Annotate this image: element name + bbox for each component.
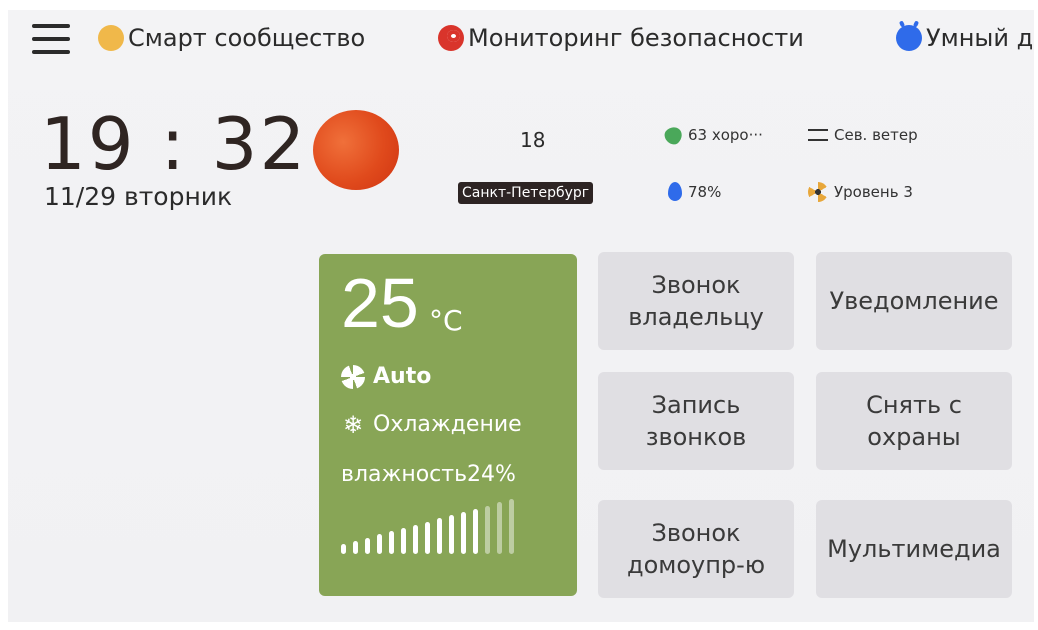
wind-level: Уровень 3: [808, 182, 913, 202]
tile-label: Звонок домоупр-ю: [626, 518, 766, 579]
climate-control-card[interactable]: 25 °C Auto ❄ Охлаждение влажность24%: [319, 254, 577, 596]
nav-label: Смарт сообщество: [128, 24, 366, 52]
menu-icon-line: [32, 24, 70, 28]
level-bar: [341, 544, 346, 554]
level-bar: [485, 505, 490, 554]
eye-icon: [438, 25, 464, 51]
clock-date: 11/29 вторник: [44, 182, 233, 211]
nav-security-monitoring[interactable]: Мониторинг безопасности: [438, 24, 804, 52]
humidity-value: 78%: [688, 182, 722, 201]
leaf-icon: [661, 122, 686, 148]
level-bar: [377, 534, 382, 554]
city-badge: Санкт-Петербург: [458, 182, 594, 204]
level-bar: [497, 502, 502, 554]
call-concierge-button[interactable]: Звонок домоупр-ю: [598, 500, 794, 598]
fan-icon: [341, 364, 365, 389]
tile-label: Запись звонков: [645, 390, 747, 451]
climate-temperature: 25: [341, 264, 419, 342]
fan-mode-label: Auto: [373, 364, 432, 389]
wind-level-value: Уровень 3: [834, 183, 913, 201]
outdoor-humidity: 78%: [668, 182, 721, 201]
notifications-button[interactable]: Уведомление: [816, 252, 1012, 350]
air-quality: 63 хоро···: [661, 122, 763, 148]
outdoor-temperature: 18: [520, 128, 546, 152]
clock-time: 19 : 32: [40, 102, 308, 186]
water-drop-icon: [668, 182, 682, 201]
nav-label: Мониторинг безопасности: [468, 24, 804, 52]
tile-label: Уведомление: [829, 286, 999, 315]
fan-mode: Auto: [341, 364, 431, 389]
indoor-humidity: влажность24%: [341, 462, 516, 487]
level-bar: [437, 518, 442, 554]
home-screen: Смарт сообщество Мониторинг безопасности…: [8, 10, 1034, 622]
level-bar: [401, 528, 406, 554]
level-bar: [509, 499, 514, 554]
climate-mode-label: Охлаждение: [373, 412, 522, 437]
multimedia-button[interactable]: Мультимедиа: [816, 500, 1012, 598]
level-bar: [461, 512, 466, 554]
tile-label: Снять с охраны: [866, 390, 962, 451]
level-bar: [413, 524, 418, 554]
level-bar: [365, 537, 370, 554]
community-icon: [98, 25, 124, 51]
call-records-button[interactable]: Запись звонков: [598, 372, 794, 470]
wind-direction: Сев. ветер: [808, 126, 918, 144]
climate-mode: ❄ Охлаждение: [341, 412, 522, 437]
snowflake-icon: ❄: [342, 410, 364, 439]
robot-icon: [896, 25, 922, 51]
nav-label: Умный д: [926, 24, 1034, 52]
air-quality-value: 63 хоро···: [688, 126, 763, 144]
wind-value: Сев. ветер: [834, 126, 918, 144]
tile-label: Мультимедиа: [827, 534, 1001, 563]
climate-temperature-unit: °C: [429, 304, 463, 337]
nav-smart-community[interactable]: Смарт сообщество: [98, 24, 365, 52]
tile-label: Звонок владельцу: [628, 270, 764, 331]
disarm-button[interactable]: Снять с охраны: [816, 372, 1012, 470]
level-bar: [353, 540, 358, 554]
menu-icon-line: [32, 37, 70, 41]
call-owner-button[interactable]: Звонок владельцу: [598, 252, 794, 350]
wind-icon: [808, 129, 828, 141]
level-bar: [389, 531, 394, 554]
fan-level-indicator[interactable]: [341, 498, 514, 554]
sun-icon: [313, 110, 399, 190]
level-bar: [473, 508, 478, 554]
nav-smart-home[interactable]: Умный д: [896, 24, 1033, 52]
menu-icon-line: [32, 50, 70, 54]
level-bar: [449, 515, 454, 554]
menu-icon[interactable]: [32, 24, 70, 54]
fan-icon: [808, 182, 828, 202]
level-bar: [425, 521, 430, 554]
